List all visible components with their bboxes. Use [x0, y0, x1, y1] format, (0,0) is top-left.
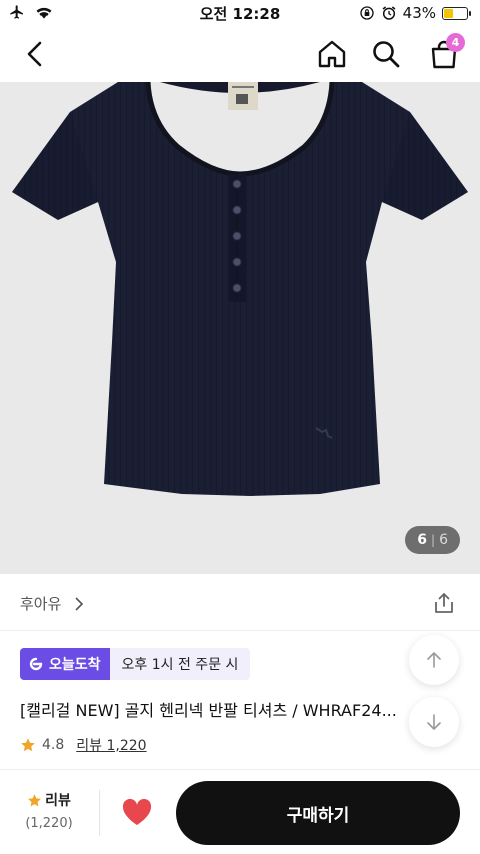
divider	[99, 790, 100, 836]
buy-button[interactable]: 구매하기	[176, 781, 460, 845]
star-icon	[21, 738, 35, 752]
bottom-action-bar: 리뷰 (1,220) 구매하기	[0, 769, 480, 854]
review-summary-count: (1,220)	[25, 816, 73, 831]
review-summary-button[interactable]: 리뷰 (1,220)	[14, 790, 84, 831]
delivery-icon	[29, 657, 43, 671]
scroll-down-button[interactable]	[409, 697, 459, 747]
review-count-link[interactable]: 리뷰 1,220	[76, 735, 146, 755]
orientation-lock-icon	[359, 6, 374, 20]
delivery-note: 오후 1시 전 주문 시	[109, 648, 251, 680]
brand-row: 후아유	[0, 575, 480, 631]
today-delivery-badge: 오늘도착	[20, 648, 110, 680]
brand-name[interactable]: 후아유	[20, 593, 61, 614]
nav-bar: 4	[0, 26, 480, 82]
home-icon	[318, 40, 346, 68]
battery-fill	[444, 8, 453, 18]
product-image[interactable]: 6 | 6	[0, 82, 480, 574]
search-button[interactable]	[370, 38, 402, 70]
arrow-up-icon	[427, 652, 441, 668]
delivery-badge-label: 오늘도착	[49, 657, 101, 673]
review-summary-text: 리뷰	[45, 793, 71, 809]
image-current: 6	[417, 532, 428, 548]
image-counter: 6 | 6	[405, 526, 460, 554]
chevron-right-icon[interactable]	[74, 597, 84, 611]
status-right: 43%	[359, 4, 471, 22]
review-summary-label: 리뷰	[14, 790, 84, 810]
product-title: [캘리걸 NEW] 골지 헨리넥 반팔 티셔츠 / WHRAF24...	[20, 701, 397, 720]
search-icon	[373, 41, 400, 68]
share-icon	[435, 593, 453, 613]
delivery-tag: 오늘도착 오후 1시 전 주문 시	[20, 648, 251, 680]
battery-percent: 43%	[402, 4, 436, 22]
arrow-down-icon	[427, 714, 441, 730]
share-button[interactable]	[432, 591, 456, 615]
rating-score: 4.8	[42, 737, 65, 753]
star-icon	[28, 793, 41, 806]
wishlist-button[interactable]	[121, 797, 153, 827]
image-total: 6	[439, 532, 448, 548]
cart-count-badge: 4	[446, 33, 465, 52]
back-button[interactable]	[20, 38, 52, 70]
heart-icon	[122, 798, 152, 825]
chevron-left-icon	[27, 41, 42, 67]
alarm-icon	[382, 6, 396, 20]
rating-row: 4.8 리뷰 1,220	[20, 735, 147, 755]
image-counter-separator: |	[431, 533, 436, 547]
henley-tshirt-image	[12, 82, 468, 496]
scroll-up-button[interactable]	[409, 635, 459, 685]
battery-icon	[442, 6, 471, 20]
home-button[interactable]	[316, 38, 348, 70]
status-bar: 오전 12:28 43%	[0, 0, 480, 26]
